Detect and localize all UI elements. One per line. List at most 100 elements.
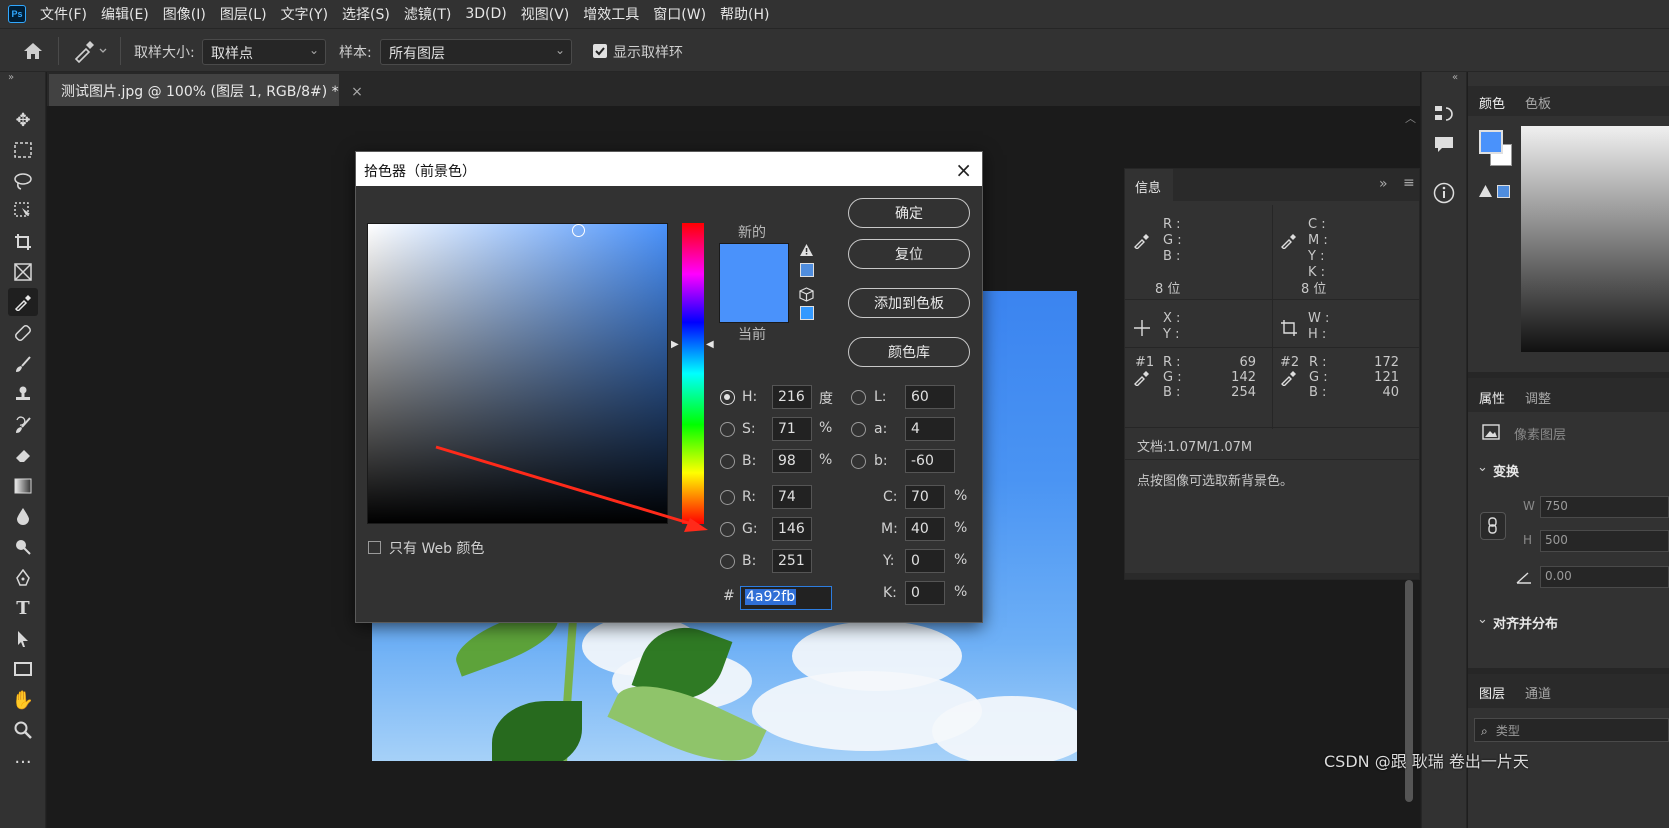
- close-icon[interactable]: ×: [955, 158, 972, 182]
- lab-b-field[interactable]: -60: [905, 449, 955, 473]
- tab-info[interactable]: 信息: [1125, 169, 1173, 201]
- blur-tool-icon[interactable]: [8, 502, 38, 530]
- web-safe-color-swatch[interactable]: [800, 306, 814, 320]
- menu-edit[interactable]: 编辑(E): [101, 4, 149, 24]
- current-color-swatch[interactable]: [719, 283, 789, 323]
- clone-stamp-tool-icon[interactable]: [8, 380, 38, 408]
- brush-tool-icon[interactable]: [8, 350, 38, 378]
- tab-properties[interactable]: 属性: [1479, 388, 1505, 407]
- w-field[interactable]: 750: [1540, 496, 1669, 518]
- info-panel-icon[interactable]: [1433, 182, 1455, 208]
- lasso-tool-icon[interactable]: [8, 167, 38, 195]
- collapse-panel-icon[interactable]: »: [1379, 176, 1388, 192]
- rgb-b-field[interactable]: 251: [772, 549, 812, 573]
- layer-kind-filter[interactable]: ⌕ 类型: [1474, 718, 1669, 742]
- hex-field[interactable]: 4a92fb: [740, 586, 832, 610]
- color-field-cursor[interactable]: [572, 224, 585, 237]
- gamut-color-swatch[interactable]: [800, 263, 814, 277]
- object-select-tool-icon[interactable]: [8, 197, 38, 225]
- collapse-icon[interactable]: »: [8, 72, 14, 83]
- marquee-tool-icon[interactable]: [8, 136, 38, 164]
- eyedropper-tool-icon[interactable]: [8, 288, 38, 316]
- radio-l[interactable]: [851, 390, 866, 405]
- menu-image[interactable]: 图像(I): [163, 4, 206, 24]
- gamut-swatch[interactable]: [1497, 185, 1510, 198]
- radio-rgb-b[interactable]: [720, 554, 735, 569]
- menu-filter[interactable]: 滤镜(T): [404, 4, 451, 24]
- comments-panel-icon[interactable]: [1434, 136, 1454, 158]
- cube-icon[interactable]: [799, 287, 814, 302]
- tab-swatches[interactable]: 色板: [1525, 93, 1551, 112]
- path-select-tool-icon[interactable]: [8, 625, 38, 653]
- close-icon[interactable]: ×: [351, 84, 363, 100]
- menu-layer[interactable]: 图层(L): [220, 4, 267, 24]
- s-field[interactable]: 71: [772, 417, 812, 441]
- eyedropper-tool-preset-icon[interactable]: [72, 39, 112, 64]
- angle-field[interactable]: 0.00: [1540, 566, 1669, 588]
- radio-s[interactable]: [720, 422, 735, 437]
- history-panel-icon[interactable]: [1434, 104, 1456, 128]
- menu-select[interactable]: 选择(S): [342, 4, 390, 24]
- radio-a[interactable]: [851, 422, 866, 437]
- web-colors-only-checkbox[interactable]: [368, 541, 381, 554]
- color-spectrum[interactable]: [1521, 126, 1669, 352]
- more-tools-icon[interactable]: ···: [8, 748, 38, 776]
- dodge-tool-icon[interactable]: [8, 533, 38, 561]
- a-field[interactable]: 4: [905, 417, 955, 441]
- tab-layers[interactable]: 图层: [1479, 683, 1505, 702]
- panel-menu-icon[interactable]: ≡: [1403, 175, 1415, 191]
- zoom-tool-icon[interactable]: [8, 716, 38, 744]
- tab-color[interactable]: 颜色: [1479, 93, 1505, 112]
- type-tool-icon[interactable]: T: [8, 594, 38, 622]
- c-field[interactable]: 70: [905, 485, 945, 509]
- transform-section-title[interactable]: 变换: [1493, 461, 1519, 480]
- hue-slider-right-arrow-icon[interactable]: ◀: [706, 339, 714, 350]
- sample-size-select[interactable]: 取样点 ⌄: [202, 39, 326, 65]
- link-dimensions-icon[interactable]: [1480, 512, 1506, 540]
- hue-slider-left-arrow-icon[interactable]: ▶: [671, 339, 679, 350]
- hand-tool-icon[interactable]: ✋: [8, 686, 38, 714]
- b-field[interactable]: 98: [772, 449, 812, 473]
- transform-chevron-icon[interactable]: ⌄: [1477, 460, 1488, 475]
- frame-tool-icon[interactable]: [8, 258, 38, 286]
- menu-view[interactable]: 视图(V): [521, 4, 570, 24]
- document-tab[interactable]: 测试图片.jpg @ 100% (图层 1, RGB/8#) * ×: [49, 74, 363, 106]
- home-icon[interactable]: [22, 41, 44, 61]
- scroll-up-icon[interactable]: ︿: [1405, 110, 1416, 126]
- warning-icon[interactable]: [799, 243, 814, 257]
- radio-h[interactable]: [720, 390, 735, 405]
- radio-b[interactable]: [720, 454, 735, 469]
- foreground-color-swatch[interactable]: [1479, 130, 1503, 154]
- tab-adjustments[interactable]: 调整: [1525, 388, 1551, 407]
- menu-type[interactable]: 文字(Y): [281, 4, 328, 24]
- show-ring-checkbox[interactable]: [593, 44, 607, 58]
- menu-window[interactable]: 窗口(W): [653, 4, 706, 24]
- healing-brush-tool-icon[interactable]: [8, 319, 38, 347]
- radio-g[interactable]: [720, 522, 735, 537]
- tab-channels[interactable]: 通道: [1525, 683, 1551, 702]
- ok-button[interactable]: 确定: [848, 198, 970, 228]
- menu-plugins[interactable]: 增效工具: [583, 4, 639, 24]
- gradient-tool-icon[interactable]: [8, 472, 38, 500]
- sample-select[interactable]: 所有图层 ⌄: [380, 39, 572, 65]
- eraser-tool-icon[interactable]: [8, 441, 38, 469]
- color-libraries-button[interactable]: 颜色库: [848, 337, 970, 367]
- resize-grip[interactable]: [1125, 573, 1419, 579]
- move-tool-icon[interactable]: ✥: [8, 106, 38, 134]
- reset-button[interactable]: 复位: [848, 239, 970, 269]
- rectangle-tool-icon[interactable]: [8, 655, 38, 683]
- collapse-icon[interactable]: «: [1452, 72, 1458, 83]
- radio-r[interactable]: [720, 490, 735, 505]
- menu-3d[interactable]: 3D(D): [465, 6, 506, 22]
- k-field[interactable]: 0: [905, 581, 945, 605]
- r-field[interactable]: 74: [772, 485, 812, 509]
- menu-file[interactable]: 文件(F): [40, 4, 87, 24]
- align-section-title[interactable]: 对齐并分布: [1493, 613, 1558, 632]
- h-field[interactable]: 216: [772, 385, 812, 409]
- g-field[interactable]: 146: [772, 517, 812, 541]
- menu-help[interactable]: 帮助(H): [720, 4, 769, 24]
- align-chevron-icon[interactable]: ⌄: [1477, 612, 1488, 627]
- h-field[interactable]: 500: [1540, 530, 1669, 552]
- add-to-swatches-button[interactable]: 添加到色板: [848, 288, 970, 318]
- m-field[interactable]: 40: [905, 517, 945, 541]
